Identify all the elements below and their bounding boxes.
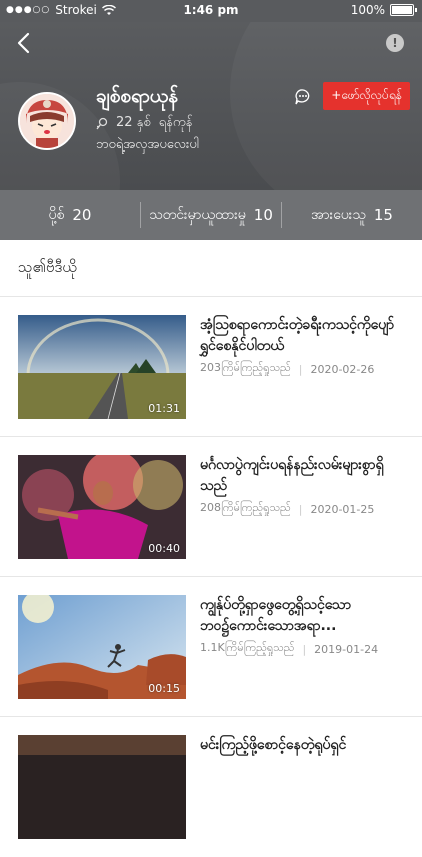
video-item[interactable]: 00:15 ကျွန်ုပ်တို့ရှာဖွေတွေ့ရှိသင့်သောဘဝ… [0, 577, 422, 717]
info-separator: | [302, 642, 307, 656]
report-icon[interactable]: ! [386, 34, 404, 52]
video-views: 1.1Kကြိမ်ကြည့်ရှုသည် [200, 641, 295, 654]
video-views: 203ကြိမ်ကြည့်ရှုသည် [200, 361, 291, 374]
video-title[interactable]: မင်္ဂလာပွဲကျင်းပရန်နည်းလမ်းများစွာရှိသည် [200, 455, 400, 497]
profile-header: ! ချစ်စရာယုန် 22 နှစ် ရန်ကုန် ဘဝရဲ့အလှအပ… [0, 22, 422, 190]
video-title[interactable]: ကျွန်ုပ်တို့ရှာဖွေတွေ့ရှိသင့်သောဘဝ၌ကောင်… [200, 595, 400, 637]
profile-meta: 22 နှစ် ရန်ကုန် [96, 114, 192, 133]
profile-name: ချစ်စရာယုန် [96, 85, 179, 107]
gender-icon [96, 117, 108, 129]
battery-group: 100% [350, 3, 417, 17]
video-thumbnail[interactable]: 01:31 [18, 315, 186, 419]
stat-subscriptions-label: သတင်းမှာယူထားမှု [149, 206, 246, 223]
video-title[interactable]: မင်းကြည့်ဖို့စောင့်နေတဲ့ရုပ်ရှင် [200, 735, 400, 756]
avatar[interactable] [18, 92, 76, 150]
video-date: 2020-02-26 [310, 362, 375, 376]
stat-supporters-value: 15 [373, 206, 393, 224]
status-bar: ●●●○○ Strokei 1:46 pm 100% [0, 0, 422, 22]
video-date: 2020-01-25 [310, 502, 375, 516]
stat-posts[interactable]: ပို့စ် 20 [0, 205, 140, 226]
video-views: 208ကြိမ်ကြည့်ရှုသည် [200, 501, 291, 514]
profile-age: 22 နှစ် [116, 115, 151, 130]
video-duration: 00:40 [148, 542, 180, 555]
stat-supporters[interactable]: အားပေးသူ 15 [282, 205, 422, 226]
video-item[interactable]: 00:40 မင်္ဂလာပွဲကျင်းပရန်နည်းလမ်းများစွာ… [0, 437, 422, 577]
back-arrow-icon[interactable] [12, 30, 38, 56]
stat-supporters-label: အားပေးသူ [311, 206, 366, 223]
video-info: 203ကြိမ်ကြည့်ရှုသည် | 2020-02-26 [200, 361, 374, 377]
profile-city: ရန်ကုန် [158, 115, 193, 130]
stat-posts-value: 20 [72, 206, 92, 224]
stats-bar: ပို့စ် 20 သတင်းမှာယူထားမှု 10 အားပေးသူ 1… [0, 190, 422, 240]
profile-bio: ဘဝရဲ့အလှအပလေးပါ [96, 137, 199, 152]
video-info: 208ကြိမ်ကြည့်ရှုသည် | 2020-01-25 [200, 501, 374, 517]
video-info: 1.1Kကြိမ်ကြည့်ရှုသည် | 2019-01-24 [200, 641, 378, 657]
section-title: သူ၏ဗီဒီယို [18, 258, 77, 276]
stat-subscriptions-value: 10 [253, 206, 273, 224]
battery-icon [390, 4, 417, 16]
video-date: 2019-01-24 [314, 642, 379, 656]
video-item[interactable]: မင်းကြည့်ဖို့စောင့်နေတဲ့ရုပ်ရှင် [0, 717, 422, 857]
video-thumbnail[interactable] [18, 735, 186, 839]
battery-percent: 100% [350, 3, 385, 17]
video-title[interactable]: အံ့ဩစရာကောင်းတဲ့ခရီးကသင့်ကိုပျော်ရွှင်စေ… [200, 315, 400, 357]
info-separator: | [298, 362, 303, 376]
video-thumbnail[interactable]: 00:15 [18, 595, 186, 699]
follow-button[interactable]: +ဖော်လိုလုပ်ရန် [323, 82, 410, 110]
info-separator: | [298, 502, 303, 516]
video-duration: 00:15 [148, 682, 180, 695]
video-item[interactable]: 01:31 အံ့ဩစရာကောင်းတဲ့ခရီးကသင့်ကိုပျော်ရ… [0, 297, 422, 437]
stat-posts-label: ပို့စ် [48, 206, 65, 223]
stat-subscriptions[interactable]: သတင်းမှာယူထားမှု 10 [141, 205, 281, 226]
chat-icon[interactable] [294, 88, 312, 106]
video-duration: 01:31 [148, 402, 180, 415]
video-thumbnail[interactable]: 00:40 [18, 455, 186, 559]
